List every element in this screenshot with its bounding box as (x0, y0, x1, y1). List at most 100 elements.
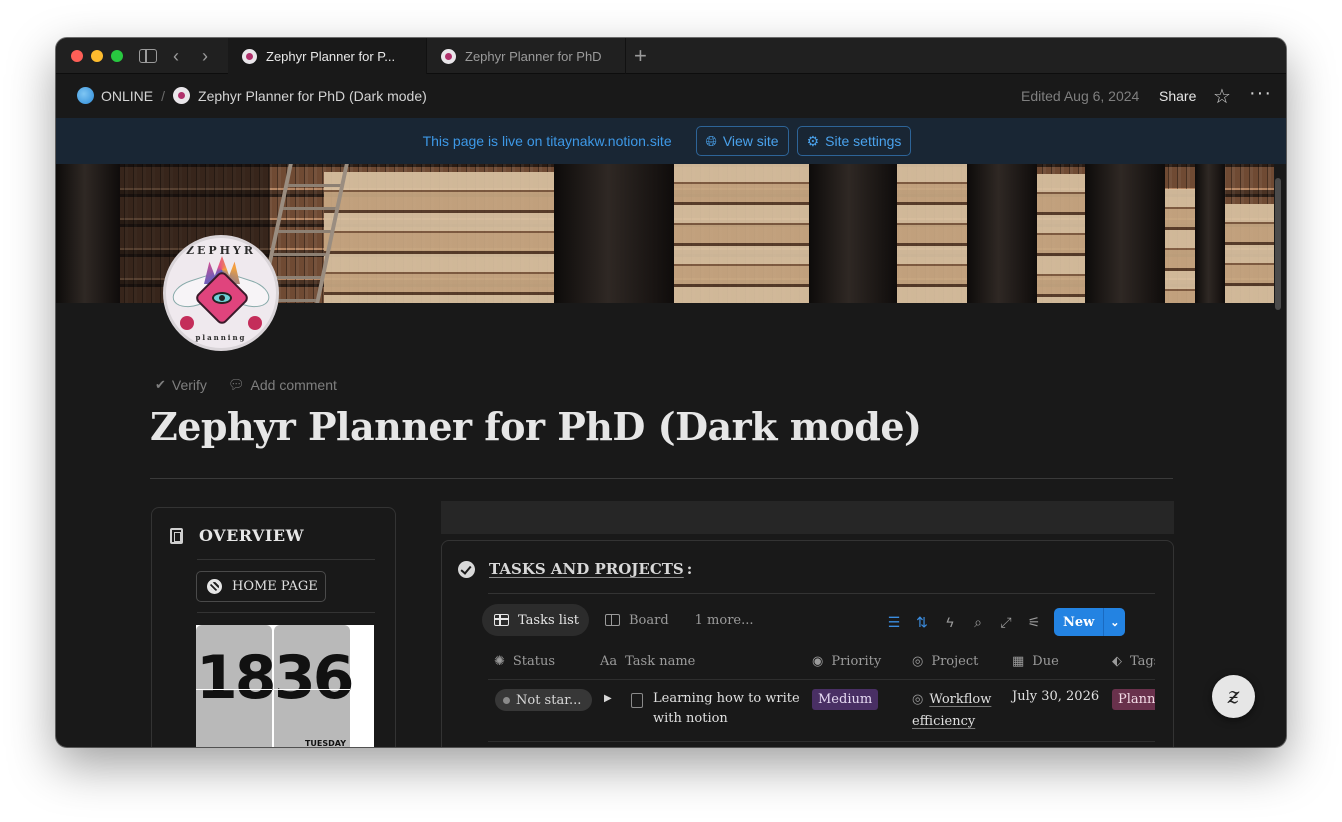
breadcrumb: ONLINE / Zephyr Planner for PhD (Dark mo… (77, 87, 427, 104)
minimize-window-button[interactable] (91, 50, 103, 62)
overview-heading-label: OVERVIEW (199, 526, 305, 545)
column-header-project[interactable]: ◎ Project (912, 654, 978, 669)
notebook-icon (170, 527, 183, 544)
notion-topbar: ONLINE / Zephyr Planner for PhD (Dark mo… (56, 75, 1286, 118)
breadcrumb-page[interactable]: Zephyr Planner for PhD (Dark mode) (198, 88, 427, 104)
due-date-cell[interactable]: July 30, 2026 (1012, 689, 1099, 704)
column-header-label: Project (931, 654, 979, 669)
page-title[interactable]: Zephyr Planner for PhD (Dark mode) (150, 404, 922, 449)
status-badge[interactable]: Not star... (495, 689, 593, 711)
close-window-button[interactable] (71, 50, 83, 62)
overview-divider (197, 559, 375, 560)
sidebar-toggle-icon[interactable] (139, 49, 157, 63)
status-label: Not star... (516, 692, 582, 708)
select-dropdown-icon: ◉ (812, 654, 824, 669)
tab-label: Zephyr Planner for P... (266, 48, 396, 64)
column-header-label: Task name (625, 654, 696, 669)
cover-bookshelf (1225, 204, 1274, 303)
column-header-label: Priority (831, 654, 882, 669)
add-comment-button[interactable]: 💬︎ Add comment (228, 377, 337, 393)
home-page-button[interactable]: HOME PAGE (196, 571, 326, 602)
verify-label: Verify (171, 377, 207, 393)
project-link-continued[interactable]: efficiency (912, 714, 975, 729)
cover-bookshelf (1165, 189, 1195, 303)
site-live-text[interactable]: This page is live on titaynakw.notion.si… (423, 133, 672, 149)
page-scrollbar[interactable] (1275, 178, 1281, 310)
column-header-priority[interactable]: ◉ Priority (812, 654, 881, 669)
tasks-table: ✺ Status Aa Task name ◉ Priority ◎ Proje… (442, 541, 1155, 747)
clock-hours: 18 (196, 643, 277, 713)
relation-target-icon: ◎ (912, 692, 924, 707)
zephyr-help-button[interactable]: ƶ (1212, 675, 1255, 718)
zephyr-page-icon (173, 87, 191, 104)
clock-minutes: 36 (274, 643, 355, 713)
breadcrumb-workspace[interactable]: ONLINE (101, 88, 153, 104)
site-settings-button[interactable]: ⚙ Site settings (796, 126, 912, 156)
toggle-triangle-icon[interactable]: ▶ (604, 693, 612, 704)
cover-bookshelf (897, 164, 967, 303)
cover-pillar (1085, 164, 1165, 303)
row-divider (488, 679, 1155, 680)
column-header-label: Status (512, 654, 556, 669)
relation-target-icon: ◎ (912, 654, 924, 669)
zephyr-favicon-icon (441, 48, 456, 64)
verify-button[interactable]: ✔ Verify (155, 377, 207, 393)
edited-timestamp: Edited Aug 6, 2024 (1021, 88, 1140, 104)
browser-tab-inactive[interactable]: Zephyr Planner for PhD (427, 38, 626, 74)
tag-pill[interactable]: Planning (1112, 689, 1155, 710)
project-link[interactable]: Workflow (929, 692, 991, 707)
add-comment-label: Add comment (250, 377, 337, 393)
more-options-icon[interactable]: ··· (1249, 82, 1272, 105)
logo-rose (180, 316, 194, 330)
column-header-label: Tags (1130, 654, 1155, 669)
status-loading-icon: ✺ (494, 654, 505, 669)
logo-rose (248, 316, 262, 330)
status-dot-icon (503, 696, 510, 704)
site-settings-label: Site settings (825, 133, 902, 149)
column-header-task-name[interactable]: Aa Task name (600, 654, 695, 669)
cover-pillar (554, 164, 674, 303)
cover-bookshelf (1037, 174, 1085, 303)
globe-icon (77, 87, 94, 104)
page-divider (150, 478, 1173, 479)
overview-heading: OVERVIEW (170, 526, 304, 545)
zephyr-favicon-icon (242, 48, 257, 64)
overview-card: OVERVIEW HOME PAGE 18 36 TUESDAY (151, 507, 396, 747)
breadcrumb-separator: / (161, 87, 166, 104)
new-tab-plus-icon[interactable]: + (634, 44, 647, 68)
task-name-cell[interactable]: Learning how to write with notion (653, 689, 803, 729)
zephyr-logo-page-icon[interactable]: ZEPHYR planning (163, 235, 279, 351)
browser-tab-active[interactable]: Zephyr Planner for P... (228, 38, 427, 74)
view-site-label: View site (722, 133, 779, 149)
browser-tab-bar: ‹ › Zephyr Planner for P... Zephyr Plann… (56, 38, 1286, 74)
column-header-tags[interactable]: ⬖ Tags (1112, 654, 1155, 669)
share-button[interactable]: Share (1159, 88, 1196, 104)
clock-hours-card: 18 (196, 625, 277, 747)
clock-minutes-card: 36 TUESDAY (274, 625, 355, 747)
cover-pillar (1195, 164, 1225, 303)
back-arrow-icon[interactable]: ‹ (173, 46, 179, 66)
forward-arrow-icon[interactable]: › (202, 46, 208, 66)
project-relation-cell[interactable]: ◎ Workflow efficiency (912, 689, 1012, 733)
flip-clock-widget: 18 36 TUESDAY (196, 625, 374, 747)
priority-tag[interactable]: Medium (812, 689, 879, 710)
cover-pillar (809, 164, 897, 303)
view-site-button[interactable]: 🌐︎ View site (695, 126, 789, 156)
verified-badge-icon: ✔ (155, 377, 166, 392)
column-header-status[interactable]: ✺ Status (494, 654, 555, 669)
favorite-star-icon[interactable]: ☆ (1213, 84, 1231, 109)
browser-window: ‹ › Zephyr Planner for P... Zephyr Plann… (56, 38, 1286, 747)
logo-eye (212, 292, 232, 304)
column-header-due[interactable]: ▦ Due (1012, 654, 1059, 669)
gear-icon: ⚙ (806, 132, 820, 149)
cover-bookshelf (674, 164, 809, 303)
row-divider (488, 741, 1155, 742)
text-aa-icon: Aa (600, 654, 618, 669)
logo-subtitle: planning (195, 333, 247, 342)
callout-bar (441, 501, 1174, 534)
zoom-window-button[interactable] (111, 50, 123, 62)
overview-divider (197, 612, 375, 613)
cover-bookshelf (324, 172, 554, 303)
cover-pillar (56, 164, 120, 303)
logo-wordmark: ZEPHYR (185, 244, 257, 257)
